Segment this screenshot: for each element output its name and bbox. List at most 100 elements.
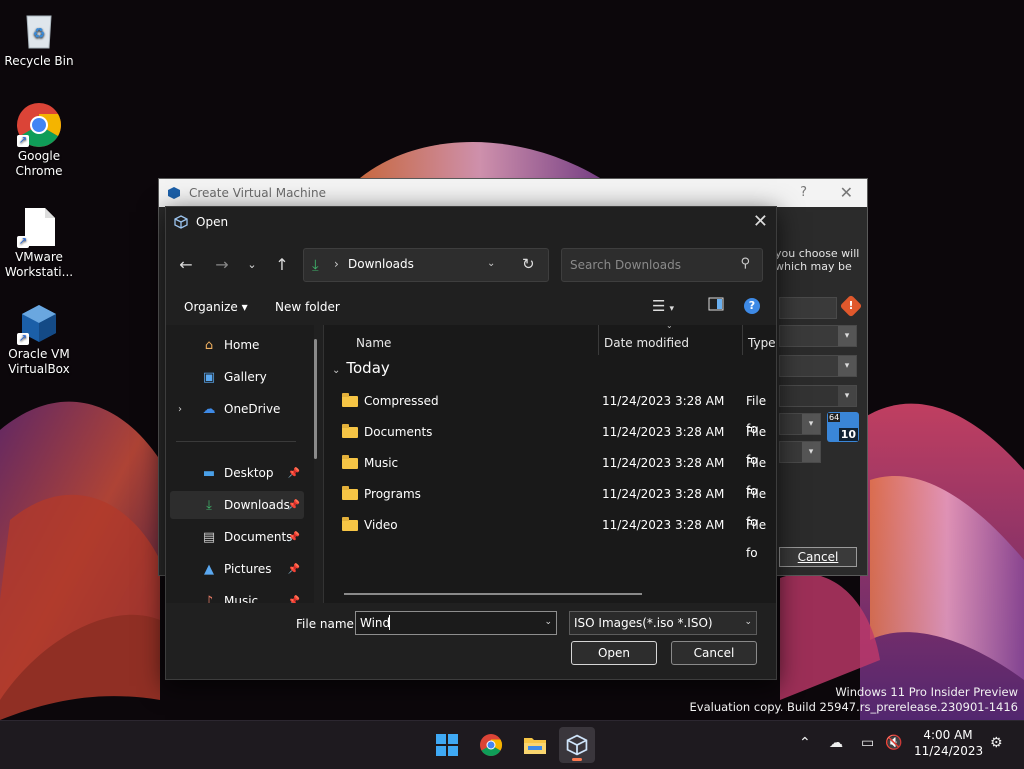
create-vm-titlebar: Create Virtual Machine ? ✕ <box>159 179 867 207</box>
back-button[interactable]: ← <box>176 255 196 274</box>
column-header-name[interactable]: Name <box>356 331 391 355</box>
chevron-down-icon: ⌄ <box>247 258 257 271</box>
address-bar[interactable]: ⤓ › Downloads ⌄ ↻ <box>303 248 549 282</box>
new-folder-button[interactable]: New folder <box>275 300 340 314</box>
taskbar-virtualbox[interactable] <box>559 727 595 763</box>
list-item[interactable]: Compressed 11/24/2023 3:28 AM File fo <box>342 387 776 436</box>
column-header-type[interactable]: Type <box>748 331 776 355</box>
windows-logo-icon <box>436 734 458 756</box>
open-button[interactable]: Open <box>571 641 657 665</box>
notifications-icon[interactable]: ⚙ <box>990 735 1003 751</box>
column-divider[interactable] <box>598 325 599 355</box>
address-path[interactable]: Downloads <box>348 257 414 271</box>
nav-item-onedrive[interactable]: › ☁ OneDrive <box>170 395 304 423</box>
virtualbox-shortcut[interactable]: ↗ Oracle VM VirtualBox <box>1 303 77 377</box>
horizontal-scrollbar[interactable] <box>344 593 642 595</box>
item-type: File fo <box>746 518 767 560</box>
network-icon[interactable]: ▭ <box>861 735 874 751</box>
start-button[interactable] <box>429 727 465 763</box>
file-name-input[interactable]: Wind ⌄ <box>355 611 557 635</box>
pin-icon[interactable]: 📌 <box>288 596 300 604</box>
document-icon: ▤ <box>202 529 216 545</box>
taskbar: ⌃ ☁ ▭ 🔇 4:00 AM 11/24/2023 ⚙ <box>0 720 1024 769</box>
nav-item-music[interactable]: ♪ Music 📌 <box>170 587 304 604</box>
file-type-select[interactable]: ISO Images(*.iso *.ISO) ⌄ <box>569 611 757 635</box>
os-badge-10: 10 <box>838 428 858 441</box>
system-clock[interactable]: 4:00 AM 11/24/2023 <box>914 727 984 759</box>
item-name: Programs <box>364 487 421 501</box>
chevron-right-icon[interactable]: › <box>178 404 182 415</box>
evaluation-watermark: Windows 11 Pro Insider Preview Evaluatio… <box>690 685 1018 715</box>
create-vm-cancel-button[interactable]: Cancel <box>779 547 857 567</box>
column-divider[interactable] <box>742 325 743 355</box>
list-item[interactable]: Programs 11/24/2023 3:28 AM File fo <box>342 480 776 529</box>
group-header-today[interactable]: ⌄ Today <box>332 359 390 377</box>
list-item[interactable]: Video 11/24/2023 3:28 AM File fo <box>342 511 776 560</box>
list-item[interactable]: Documents 11/24/2023 3:28 AM File fo <box>342 418 776 467</box>
recent-locations-button[interactable]: ⌄ <box>242 258 262 271</box>
type-select[interactable]: ▾ <box>779 413 821 435</box>
search-box[interactable]: Search Downloads ⚲ <box>561 248 763 282</box>
arrow-up-icon: ↑ <box>275 255 289 274</box>
change-view-button[interactable]: ☰ ▾ <box>652 297 674 315</box>
download-icon: ⤓ <box>206 497 212 513</box>
close-button[interactable]: ✕ <box>840 183 853 202</box>
chevron-down-icon: ▾ <box>838 386 856 406</box>
nav-item-desktop[interactable]: ▬ Desktop 📌 <box>170 459 304 487</box>
help-icon[interactable]: ? <box>744 298 760 314</box>
pin-icon[interactable]: 📌 <box>288 500 300 511</box>
cloud-offline-icon[interactable]: ☁ <box>829 735 843 751</box>
list-item[interactable]: Music 11/24/2023 3:28 AM File fo <box>342 449 776 498</box>
vmware-shortcut[interactable]: ↗ VMware Workstati... <box>1 206 77 280</box>
search-input[interactable]: Search Downloads <box>570 258 681 272</box>
up-button[interactable]: ↑ <box>272 255 292 274</box>
volume-muted-icon[interactable]: 🔇 <box>885 735 902 751</box>
pin-icon[interactable]: 📌 <box>288 564 300 575</box>
help-button[interactable]: ? <box>800 185 807 200</box>
file-name-label: File name: <box>296 617 358 631</box>
nav-item-home[interactable]: ⌂ Home <box>170 331 304 359</box>
nav-item-documents[interactable]: ▤ Documents 📌 <box>170 523 304 551</box>
chevron-down-icon: ▾ <box>838 356 856 376</box>
virtualbox-label: Oracle VM VirtualBox <box>8 347 70 376</box>
navigation-pane-scrollbar[interactable] <box>314 339 317 459</box>
taskbar-chrome[interactable] <box>473 727 509 763</box>
os-badge-64: 64 <box>828 413 841 422</box>
folder-select[interactable]: ▾ <box>779 325 857 347</box>
warning-icon: ! <box>839 294 863 318</box>
vm-name-field[interactable] <box>779 297 837 319</box>
column-header-date-modified[interactable]: Date modified <box>604 331 689 355</box>
refresh-icon[interactable]: ↻ <box>522 255 535 273</box>
pictures-icon: ▲ <box>204 561 214 577</box>
taskbar-file-explorer[interactable] <box>517 727 553 763</box>
show-hidden-icons-button[interactable]: ⌃ <box>799 735 811 751</box>
nav-item-pictures[interactable]: ▲ Pictures 📌 <box>170 555 304 583</box>
item-date: 11/24/2023 3:28 AM <box>602 425 725 439</box>
recycle-bin-icon: ♻ <box>19 10 59 50</box>
recycle-bin-shortcut[interactable]: ♻ Recycle Bin <box>1 10 77 69</box>
forward-button[interactable]: → <box>212 255 232 274</box>
pin-icon[interactable]: 📌 <box>288 468 300 479</box>
preview-pane-button[interactable] <box>708 297 724 315</box>
breadcrumb-separator-icon: › <box>334 257 339 271</box>
item-name: Video <box>364 518 398 532</box>
file-icon: ↗ <box>17 206 59 248</box>
version-select[interactable]: ▾ <box>779 441 821 463</box>
chevron-down-icon: ⌄ <box>332 365 341 376</box>
chevron-down-icon[interactable]: ⌄ <box>544 617 552 627</box>
cancel-button[interactable]: Cancel <box>671 641 757 665</box>
create-vm-title: Create Virtual Machine <box>189 186 326 200</box>
address-history-chevron-icon[interactable]: ⌄ <box>487 258 495 269</box>
nav-item-gallery[interactable]: ▣ Gallery <box>170 363 304 391</box>
pin-icon[interactable]: 📌 <box>288 532 300 543</box>
organize-button[interactable]: Organize ▾ <box>184 300 248 314</box>
gallery-icon: ▣ <box>202 369 216 385</box>
edition-select[interactable]: ▾ <box>779 385 857 407</box>
nav-item-downloads[interactable]: ⤓ Downloads 📌 <box>170 491 304 519</box>
google-chrome-shortcut[interactable]: ↗ Google Chrome <box>1 103 77 179</box>
clock-date: 11/24/2023 <box>914 744 984 758</box>
iso-image-select[interactable]: ▾ <box>779 355 857 377</box>
item-date: 11/24/2023 3:28 AM <box>602 456 725 470</box>
close-button[interactable]: ✕ <box>753 211 768 232</box>
cloud-icon: ☁ <box>202 401 216 417</box>
